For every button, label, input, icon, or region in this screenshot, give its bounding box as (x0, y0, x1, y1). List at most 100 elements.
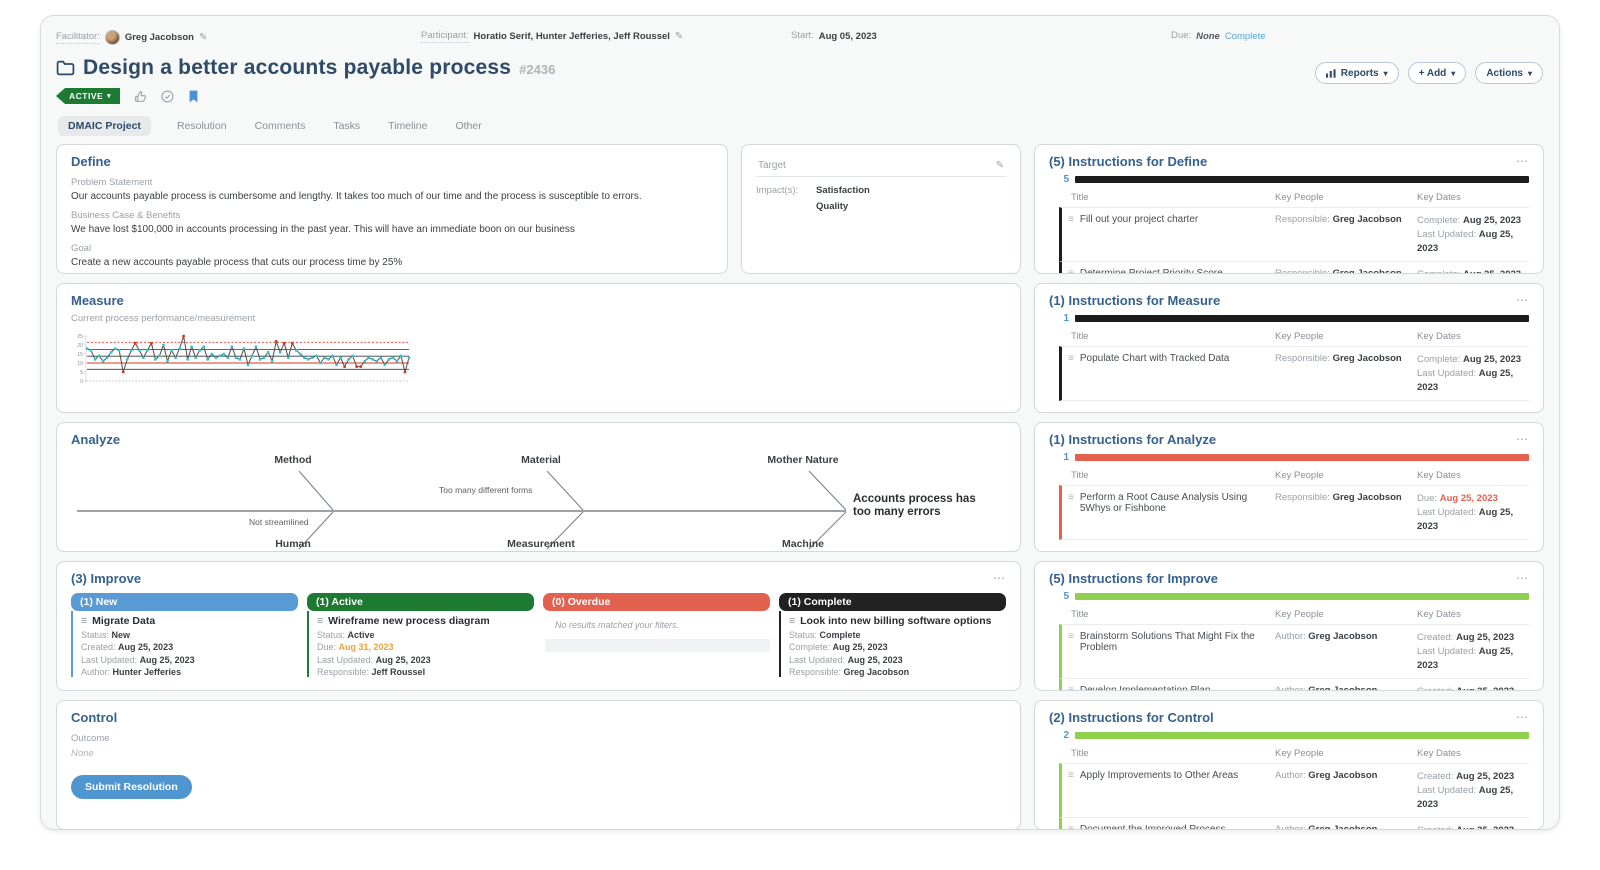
instruction-row[interactable]: ≡Document the Improved Process Author: G… (1059, 817, 1529, 830)
target-label: Target (758, 160, 786, 171)
tab-other[interactable]: Other (453, 116, 483, 136)
date1-value-overdue: Aug 25, 2023 (1440, 493, 1498, 504)
edit-participant-icon[interactable]: ✎ (675, 31, 683, 42)
outcome-label: Outcome (71, 733, 1006, 744)
drag-handle-icon[interactable]: ≡ (1068, 268, 1074, 274)
thumbs-up-icon[interactable] (134, 90, 147, 103)
instructions-columns: Title Key People Key Dates (1049, 467, 1529, 485)
kanban-card[interactable]: ≡Wireframe new process diagram Status: A… (307, 611, 534, 677)
kanban-column-complete-header[interactable]: (1) Complete (779, 593, 1006, 611)
instruction-row[interactable]: ≡Brainstorm Solutions That Might Fix the… (1059, 624, 1529, 678)
fishbone-category-measurement[interactable]: Measurement (507, 538, 575, 550)
fishbone-effect[interactable]: Accounts process has too many errors (853, 493, 985, 519)
people-value: Greg Jacobson (1333, 214, 1402, 225)
fishbone-category-mother-nature[interactable]: Mother Nature (767, 454, 838, 466)
tab-resolution[interactable]: Resolution (175, 116, 229, 136)
edit-facilitator-icon[interactable]: ✎ (199, 32, 207, 43)
instruction-row[interactable]: ≡Fill out your project charter Responsib… (1059, 207, 1529, 261)
instructions-improve-title: (5) Instructions for Improve (1049, 571, 1218, 586)
svg-text:25: 25 (77, 334, 83, 340)
tab-timeline[interactable]: Timeline (386, 116, 429, 136)
people-value: Greg Jacobson (1308, 685, 1377, 691)
drag-handle-icon[interactable]: ≡ (1068, 685, 1074, 691)
drag-handle-icon[interactable]: ≡ (1068, 631, 1074, 653)
date1-value: Aug 25, 2023 (1463, 354, 1521, 365)
drag-handle-icon[interactable]: ≡ (1068, 214, 1074, 225)
status-row: ACTIVE ▾ (56, 88, 1544, 104)
drag-handle-icon[interactable]: ≡ (1068, 492, 1074, 514)
more-menu-icon[interactable]: ⋯ (993, 571, 1006, 585)
instructions-define-panel: (5) Instructions for Define⋯ 5 Title Key… (1034, 144, 1544, 274)
fishbone-category-human[interactable]: Human (275, 538, 311, 550)
fishbone-cause-not-streamlined[interactable]: Not streamlined (249, 517, 309, 527)
more-menu-icon[interactable]: ⋯ (1516, 710, 1529, 724)
kanban-card-title: Migrate Data (92, 615, 155, 627)
check-circle-icon[interactable] (161, 90, 174, 103)
status-badge[interactable]: ACTIVE ▾ (56, 88, 120, 104)
card-field-label: Responsible: (789, 667, 841, 677)
control-chart-svg: 0510152025 (71, 330, 416, 390)
instructions-analyze-count: 1 (1059, 452, 1069, 463)
reports-button[interactable]: Reports ▾ (1315, 62, 1399, 84)
more-menu-icon[interactable]: ⋯ (1516, 154, 1529, 168)
instructions-define-count: 5 (1059, 174, 1069, 185)
people-label: Responsible: (1275, 214, 1330, 225)
fishbone-category-material[interactable]: Material (521, 454, 561, 466)
drag-handle-icon[interactable]: ≡ (1068, 770, 1074, 781)
submit-resolution-button[interactable]: Submit Resolution (71, 775, 192, 799)
caret-down-icon: ▾ (1528, 69, 1532, 78)
column-key-people: Key People (1275, 748, 1417, 759)
kanban-column-new-header[interactable]: (1) New (71, 593, 298, 611)
tab-comments[interactable]: Comments (253, 116, 308, 136)
drag-handle-icon[interactable]: ≡ (789, 615, 795, 627)
more-menu-icon[interactable]: ⋯ (1516, 571, 1529, 585)
instructions-measure-panel: (1) Instructions for Measure⋯ 1 Title Ke… (1034, 283, 1544, 413)
fishbone-category-method[interactable]: Method (274, 454, 311, 466)
date1-value: Aug 25, 2023 (1463, 269, 1521, 274)
drag-handle-icon[interactable]: ≡ (1068, 353, 1074, 364)
page-title: Design a better accounts payable process (83, 56, 511, 80)
instruction-row[interactable]: ≡Apply Improvements to Other Areas Autho… (1059, 763, 1529, 817)
drag-handle-icon[interactable]: ≡ (317, 615, 323, 627)
fishbone-cause-too-many-forms[interactable]: Too many different forms (439, 485, 532, 495)
instruction-title: Apply Improvements to Other Areas (1080, 770, 1238, 781)
card-field-value: Hunter Jefferies (113, 667, 182, 677)
kanban-column-active-header[interactable]: (1) Active (307, 593, 534, 611)
card-field-value: Active (348, 630, 375, 640)
kanban-column-overdue-header[interactable]: (0) Overdue (543, 593, 770, 611)
complete-link[interactable]: Complete (1225, 31, 1266, 42)
actions-button[interactable]: Actions ▾ (1475, 62, 1543, 84)
caret-down-icon: ▾ (107, 92, 111, 100)
add-button[interactable]: + Add ▾ (1408, 62, 1467, 84)
instruction-row[interactable]: ≡Perform a Root Cause Analysis Using 5Wh… (1059, 485, 1529, 540)
impact-quality: Quality (816, 201, 870, 212)
date2-label: Last Updated: (1417, 368, 1476, 379)
more-menu-icon[interactable]: ⋯ (1516, 432, 1529, 446)
more-menu-icon[interactable]: ⋯ (1516, 293, 1529, 307)
tab-tasks[interactable]: Tasks (331, 116, 362, 136)
analyze-card: Analyze Method Material Mother Nature Hu… (56, 422, 1021, 552)
instructions-control-title: (2) Instructions for Control (1049, 710, 1214, 725)
kanban-card[interactable]: ≡Look into new billing software options … (779, 611, 1006, 677)
caret-down-icon: ▾ (1451, 69, 1455, 78)
start-cluster: Start: Aug 05, 2023 (791, 30, 877, 42)
instruction-row[interactable]: ≡Populate Chart with Tracked Data Respon… (1059, 346, 1529, 401)
card-field-label: Author: (81, 667, 110, 677)
fishbone-category-machine[interactable]: Machine (782, 538, 824, 550)
instruction-row[interactable]: ≡Determine Project Priority Score Respon… (1059, 261, 1529, 274)
tab-dmaic-project[interactable]: DMAIC Project (58, 116, 151, 136)
svg-text:20: 20 (77, 343, 83, 349)
drag-handle-icon[interactable]: ≡ (81, 615, 87, 627)
edit-target-icon[interactable]: ✎ (996, 160, 1004, 171)
target-field[interactable]: Target ✎ (756, 154, 1006, 177)
card-field-label: Status: (789, 630, 817, 640)
improve-kanban: (1) New ≡Migrate Data Status: New Create… (71, 593, 1006, 677)
people-label: Author: (1275, 631, 1306, 642)
bookmark-icon[interactable] (188, 90, 199, 103)
instruction-row[interactable]: ≡Develop Implementation Plan Author: Gre… (1059, 678, 1529, 691)
date1-value: Aug 25, 2023 (1456, 825, 1514, 830)
kanban-card[interactable]: ≡Migrate Data Status: New Created: Aug 2… (71, 611, 298, 677)
card-field-value: Aug 25, 2023 (118, 642, 173, 652)
start-label: Start: (791, 30, 814, 42)
drag-handle-icon[interactable]: ≡ (1068, 824, 1074, 830)
